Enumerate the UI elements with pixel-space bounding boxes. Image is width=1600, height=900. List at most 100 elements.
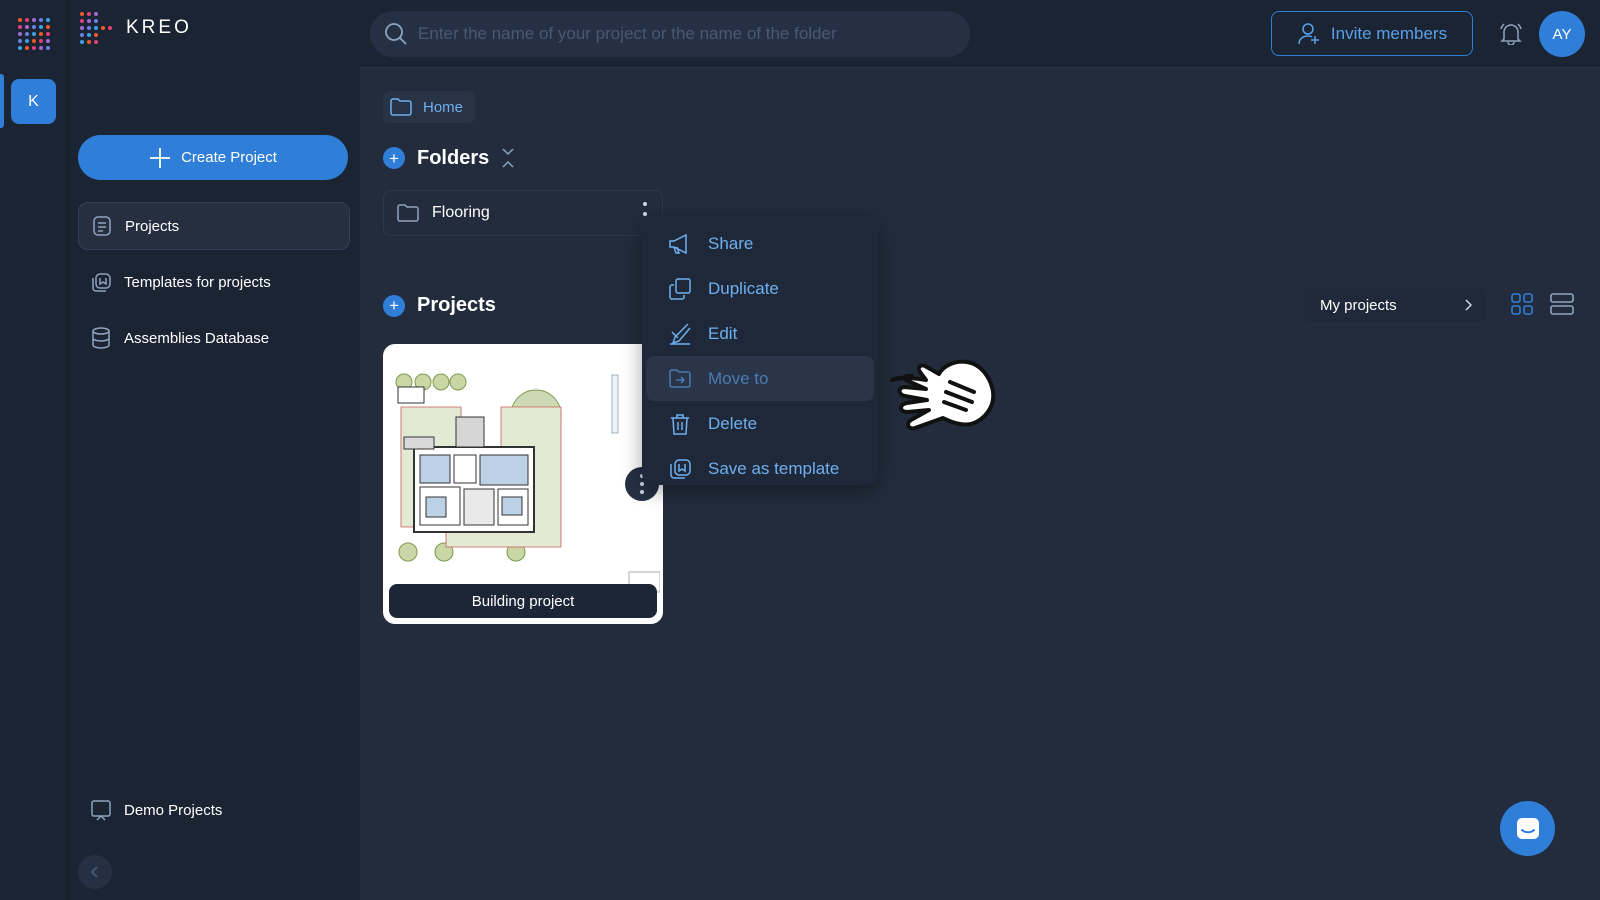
- sidebar-item-templates[interactable]: Templates for projects: [78, 258, 350, 306]
- duplicate-icon: [668, 277, 692, 301]
- sidebar-item-demo-projects[interactable]: Demo Projects: [78, 786, 350, 834]
- logo-dot: [25, 25, 29, 29]
- chevron-right-icon: [1465, 299, 1472, 311]
- sidebar-item-label: Demo Projects: [124, 801, 223, 819]
- menu-item-duplicate[interactable]: Duplicate: [646, 266, 874, 311]
- logo-dot: [80, 40, 84, 44]
- menu-item-move-to[interactable]: Move to: [646, 356, 874, 401]
- create-project-label: Create Project: [181, 149, 277, 166]
- project-name: Building project: [389, 584, 657, 618]
- projects-filter-label: My projects: [1320, 296, 1397, 314]
- chevron-left-icon: [90, 866, 98, 878]
- kreo-logo-icon: [80, 12, 112, 44]
- search-icon: [385, 23, 407, 45]
- folders-title: Folders: [417, 146, 490, 169]
- logo-dot: [46, 32, 50, 36]
- user-avatar[interactable]: AY: [1539, 11, 1585, 57]
- logo-dot: [94, 33, 98, 37]
- projects-title: Projects: [417, 294, 496, 316]
- logo-dot: [80, 26, 84, 30]
- context-menu: Share Duplicate Edit Move to Delete Save…: [642, 215, 878, 485]
- breadcrumb[interactable]: Home: [383, 91, 476, 123]
- add-project-button[interactable]: +: [383, 294, 405, 317]
- chat-icon: [1516, 817, 1539, 839]
- logo-dot: [18, 25, 22, 29]
- menu-item-edit[interactable]: Edit: [646, 311, 874, 356]
- logo-dot: [108, 26, 112, 30]
- topbar: Invite members AY: [360, 0, 1600, 68]
- add-user-icon: [1298, 22, 1319, 44]
- folders-header: + Folders: [383, 146, 515, 170]
- logo-dot: [18, 32, 22, 36]
- logo-dot: [32, 32, 36, 36]
- menu-item-label: Save as template: [708, 458, 840, 478]
- logo-dot: [39, 32, 43, 36]
- logo-dot: [18, 46, 22, 50]
- collapse-sidebar-button[interactable]: [78, 855, 112, 889]
- logo-dot: [94, 12, 98, 16]
- chat-support-button[interactable]: [1500, 801, 1555, 856]
- logo-dot: [94, 26, 98, 30]
- logo-dot: [25, 32, 29, 36]
- logo-dot: [87, 33, 91, 37]
- edit-icon: [668, 322, 692, 346]
- logo-dot: [18, 39, 22, 43]
- presentation-icon: [90, 799, 112, 821]
- logo-dot: [87, 40, 91, 44]
- logo-dot: [80, 19, 84, 23]
- project-card[interactable]: Building project: [383, 344, 663, 624]
- logo-dot: [46, 39, 50, 43]
- logo-dot: [87, 12, 91, 16]
- logo-dot: [32, 46, 36, 50]
- sidebar-item-projects[interactable]: Projects: [78, 202, 350, 250]
- sidebar-item-assemblies[interactable]: Assemblies Database: [78, 314, 350, 362]
- folder-icon: [397, 204, 419, 222]
- sidebar-item-label: Templates for projects: [124, 273, 271, 291]
- logo-dot: [94, 19, 98, 23]
- folder-card[interactable]: Flooring: [383, 190, 663, 236]
- logo-dot: [87, 19, 91, 23]
- invite-members-button[interactable]: Invite members: [1271, 11, 1473, 56]
- logo-dot: [87, 26, 91, 30]
- menu-item-delete[interactable]: Delete: [646, 401, 874, 446]
- template-icon: [668, 457, 692, 481]
- megaphone-icon: [668, 232, 692, 256]
- trash-icon: [668, 412, 692, 436]
- logo-dot: [18, 18, 22, 22]
- collapse-toggle-icon[interactable]: [501, 146, 515, 170]
- logo-dot: [80, 33, 84, 37]
- list-view-icon[interactable]: [1550, 292, 1574, 316]
- brand[interactable]: KREO: [80, 12, 192, 44]
- menu-item-label: Edit: [708, 323, 738, 343]
- search-input[interactable]: [418, 24, 958, 44]
- folder-name: Flooring: [432, 204, 490, 221]
- projects-icon: [91, 215, 113, 237]
- logo-dot: [46, 25, 50, 29]
- workspace-rail: K: [0, 0, 68, 900]
- move-folder-icon: [668, 367, 692, 391]
- floor-plan-thumbnail: [386, 347, 660, 621]
- breadcrumb-home[interactable]: Home: [423, 99, 463, 116]
- menu-item-label: Share: [708, 233, 754, 253]
- apps-logo-icon[interactable]: [11, 11, 57, 57]
- logo-dot: [39, 46, 43, 50]
- plus-icon: [150, 147, 171, 168]
- logo-dot: [46, 18, 50, 22]
- notifications-bell-icon[interactable]: [1496, 18, 1526, 48]
- templates-icon: [90, 271, 112, 293]
- create-project-button[interactable]: Create Project: [78, 135, 348, 180]
- projects-filter-dropdown[interactable]: My projects: [1304, 288, 1486, 322]
- grid-view-icon[interactable]: [1510, 292, 1534, 316]
- pointing-hand-icon: [890, 359, 996, 431]
- logo-dot: [32, 39, 36, 43]
- menu-item-save-as-template[interactable]: Save as template: [646, 446, 874, 491]
- add-folder-button[interactable]: +: [383, 147, 405, 169]
- sidebar-item-label: Assemblies Database: [124, 329, 270, 347]
- active-indicator: [0, 74, 4, 128]
- folder-icon: [390, 98, 412, 116]
- search-box[interactable]: [370, 11, 970, 57]
- workspace-button[interactable]: K: [11, 79, 56, 124]
- logo-dot: [32, 18, 36, 22]
- logo-dot: [39, 18, 43, 22]
- menu-item-share[interactable]: Share: [646, 221, 874, 266]
